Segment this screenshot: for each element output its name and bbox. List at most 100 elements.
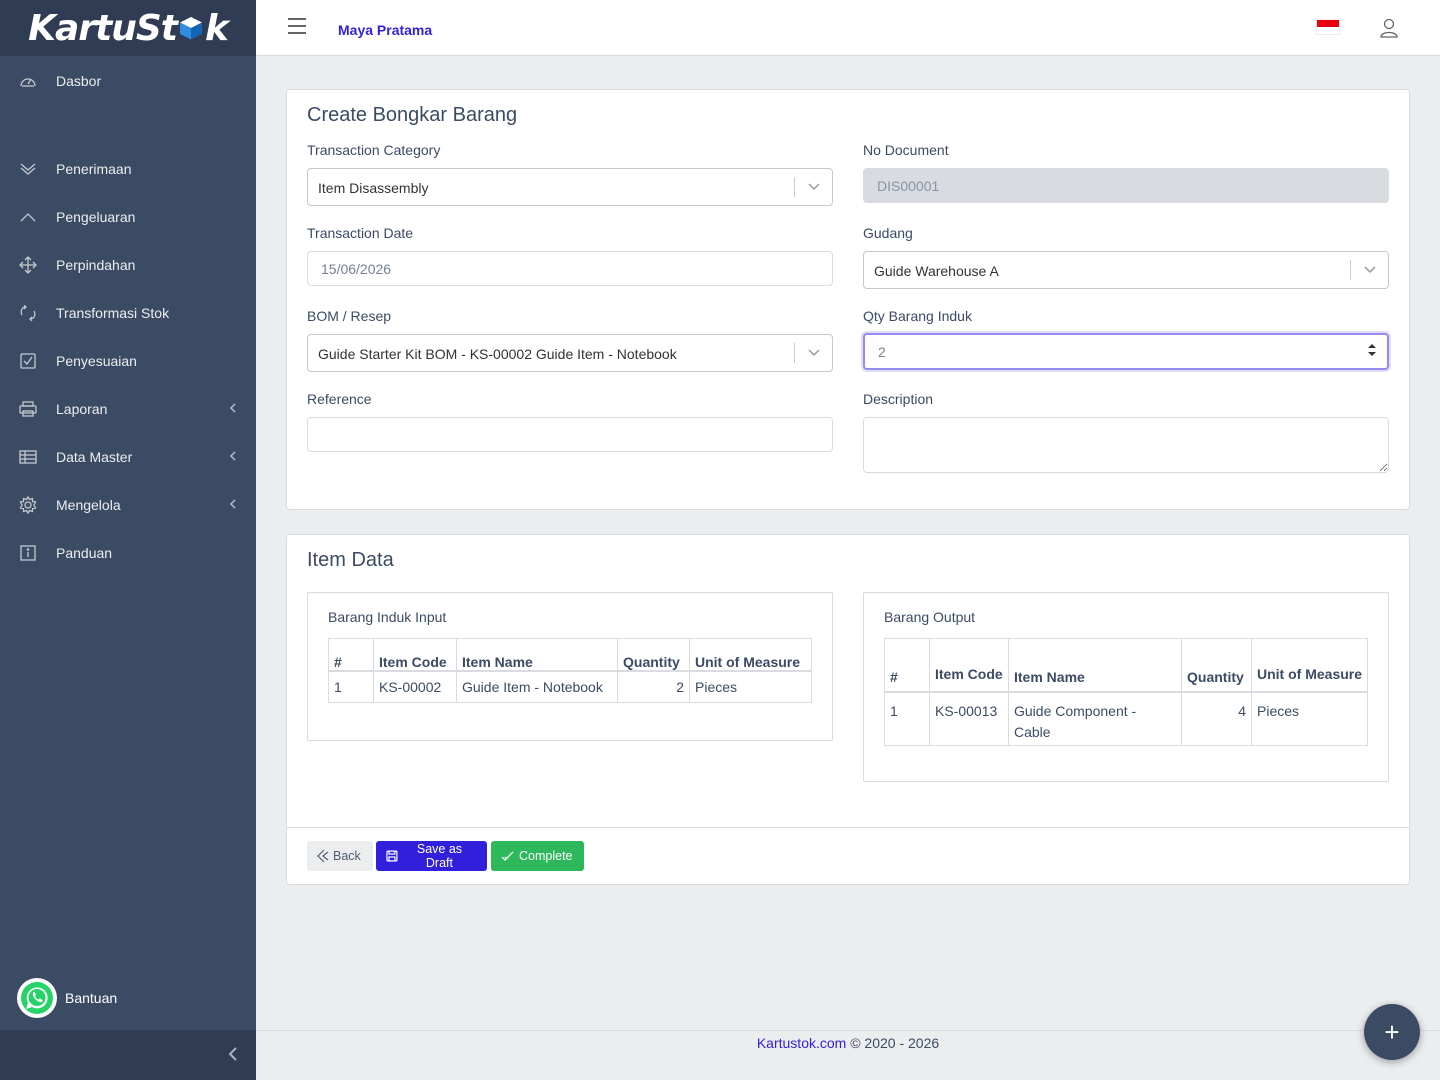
reference-label: Reference bbox=[307, 391, 372, 407]
add-fab-button[interactable]: + bbox=[1364, 1004, 1420, 1060]
select-value: Item Disassembly bbox=[318, 180, 429, 196]
reference-input[interactable] bbox=[307, 417, 833, 452]
transaction-category-label: Transaction Category bbox=[307, 142, 441, 158]
table-cell: Guide Item - Notebook bbox=[456, 670, 618, 703]
back-arrow-icon bbox=[317, 849, 329, 863]
help-whatsapp[interactable]: Bantuan bbox=[17, 978, 117, 1018]
brand-name-part2: k bbox=[204, 7, 229, 49]
chevron-left-icon bbox=[228, 1047, 237, 1061]
no-document-label: No Document bbox=[863, 142, 949, 158]
page-footer: Kartustok.com © 2020 - 2026 bbox=[256, 1030, 1440, 1080]
sidebar-item-label: Laporan bbox=[56, 401, 108, 417]
item-data-title: Item Data bbox=[307, 549, 394, 571]
sidebar-item-label: Penerimaan bbox=[56, 161, 132, 177]
sidebar-item-label: Pengeluaran bbox=[56, 209, 136, 225]
bom-select[interactable]: Guide Starter Kit BOM - KS-00002 Guide I… bbox=[307, 334, 833, 372]
chevron-double-down-icon bbox=[18, 159, 38, 179]
select-value: Guide Warehouse A bbox=[874, 263, 999, 279]
printer-icon bbox=[18, 399, 38, 419]
hamburger-menu-icon[interactable] bbox=[288, 18, 306, 34]
transaction-category-select[interactable]: Item Disassembly bbox=[307, 168, 833, 206]
sidebar-item-label: Data Master bbox=[56, 449, 133, 465]
move-icon bbox=[18, 255, 38, 275]
plus-icon: + bbox=[1384, 1016, 1400, 1047]
qty-label: Qty Barang Induk bbox=[863, 308, 972, 324]
header-user-name[interactable]: Maya Pratama bbox=[338, 22, 432, 38]
table-cell: 1 bbox=[328, 670, 374, 703]
qty-field bbox=[863, 333, 1389, 370]
sidebar-minimize-button[interactable] bbox=[0, 1030, 256, 1080]
item-data-card: Item Data Barang Induk Input # Item Code… bbox=[286, 534, 1410, 885]
sidebar-item-label: Perpindahan bbox=[56, 257, 136, 273]
sidebar-item-perpindahan[interactable]: Perpindahan bbox=[0, 245, 256, 285]
column-header: Unit of Measure bbox=[1251, 638, 1368, 693]
panel-title: Barang Output bbox=[884, 609, 976, 625]
column-header: Item Code bbox=[929, 638, 1009, 693]
checkbox-icon bbox=[18, 351, 38, 371]
sidebar-item-transformasi-stok[interactable]: Transformasi Stok bbox=[0, 293, 256, 333]
description-label: Description bbox=[863, 391, 934, 407]
table-cell: Pieces bbox=[1251, 691, 1368, 746]
sidebar-item-mengelola[interactable]: Mengelola bbox=[0, 485, 256, 525]
barang-output-panel: Barang Output # Item Code Item Name Quan… bbox=[863, 592, 1389, 782]
sidebar-item-laporan[interactable]: Laporan bbox=[0, 389, 256, 429]
footer-link[interactable]: Kartustok.com bbox=[757, 1035, 846, 1051]
panel-title: Barang Induk Input bbox=[328, 609, 447, 625]
column-header: Item Code bbox=[373, 638, 457, 672]
sidebar-item-dasbor[interactable]: Dasbor bbox=[0, 61, 256, 101]
user-icon[interactable] bbox=[1380, 18, 1398, 38]
sidebar-item-penerimaan[interactable]: Penerimaan bbox=[0, 149, 256, 189]
save-as-draft-label: Save as Draft bbox=[416, 842, 463, 870]
gear-icon bbox=[18, 495, 38, 515]
page-title: Create Bongkar Barang bbox=[307, 104, 518, 126]
sidebar-item-label: Dasbor bbox=[56, 73, 102, 89]
speedometer-icon bbox=[18, 71, 38, 91]
info-icon bbox=[18, 543, 38, 563]
column-header: Item Name bbox=[1008, 638, 1182, 693]
back-button-label: Back bbox=[333, 849, 361, 863]
sidebar-item-label: Panduan bbox=[56, 545, 113, 561]
column-header: Quantity bbox=[617, 638, 690, 672]
chevron-left-icon bbox=[226, 497, 240, 511]
table-cell: 2 bbox=[617, 670, 690, 703]
check-icon bbox=[501, 851, 514, 861]
table-row: 1 KS-00013 Guide Component - Cable 4 Pie… bbox=[884, 691, 1368, 746]
form-card: Create Bongkar Barang Transaction Catego… bbox=[286, 89, 1410, 510]
table-row: 1 KS-00002 Guide Item - Notebook 2 Piece… bbox=[328, 670, 812, 703]
back-button[interactable]: Back bbox=[307, 841, 373, 871]
list-icon bbox=[18, 447, 38, 467]
chevron-down-icon bbox=[808, 183, 820, 191]
sidebar-item-panduan[interactable]: Panduan bbox=[0, 533, 256, 573]
complete-button[interactable]: Complete bbox=[491, 841, 584, 871]
brand-logo[interactable]: KartuSt k bbox=[0, 0, 256, 56]
sidebar-item-label: Mengelola bbox=[56, 497, 121, 513]
table-cell: KS-00013 bbox=[929, 691, 1009, 746]
save-icon bbox=[386, 850, 398, 862]
chevron-down-icon bbox=[808, 349, 820, 357]
save-as-draft-button[interactable]: Save as Draft bbox=[376, 841, 487, 871]
qty-input[interactable] bbox=[863, 333, 1389, 370]
select-value: Guide Starter Kit BOM - KS-00002 Guide I… bbox=[318, 346, 677, 362]
description-textarea[interactable] bbox=[863, 417, 1389, 473]
transaction-date-input[interactable] bbox=[307, 251, 833, 286]
gudang-select[interactable]: Guide Warehouse A bbox=[863, 251, 1389, 289]
number-spinner-icon[interactable] bbox=[1367, 343, 1377, 357]
sidebar-item-data-master[interactable]: Data Master bbox=[0, 437, 256, 477]
chevron-down-icon bbox=[1364, 266, 1376, 274]
whatsapp-icon bbox=[17, 978, 57, 1018]
header: Maya Pratama bbox=[256, 0, 1440, 56]
gudang-label: Gudang bbox=[863, 225, 913, 241]
column-header: Quantity bbox=[1181, 638, 1252, 693]
table-cell: Pieces bbox=[689, 670, 812, 703]
barang-output-table: # Item Code Item Name Quantity Unit of M… bbox=[884, 638, 1368, 746]
card-footer: Back Save as Draft Complete bbox=[287, 827, 1409, 884]
barang-induk-input-panel: Barang Induk Input # Item Code Item Name… bbox=[307, 592, 833, 741]
sidebar: KartuSt k Dasbor Penerimaan Pengeluaran bbox=[0, 0, 256, 1080]
transform-icon bbox=[18, 303, 38, 323]
sidebar-item-pengeluaran[interactable]: Pengeluaran bbox=[0, 197, 256, 237]
barang-induk-input-table: # Item Code Item Name Quantity Unit of M… bbox=[328, 638, 812, 703]
indonesia-flag-icon[interactable] bbox=[1316, 19, 1340, 35]
sidebar-item-label: Penyesuaian bbox=[56, 353, 137, 369]
brand-name-part1: KartuSt bbox=[28, 7, 178, 49]
sidebar-item-penyesuaian[interactable]: Penyesuaian bbox=[0, 341, 256, 381]
